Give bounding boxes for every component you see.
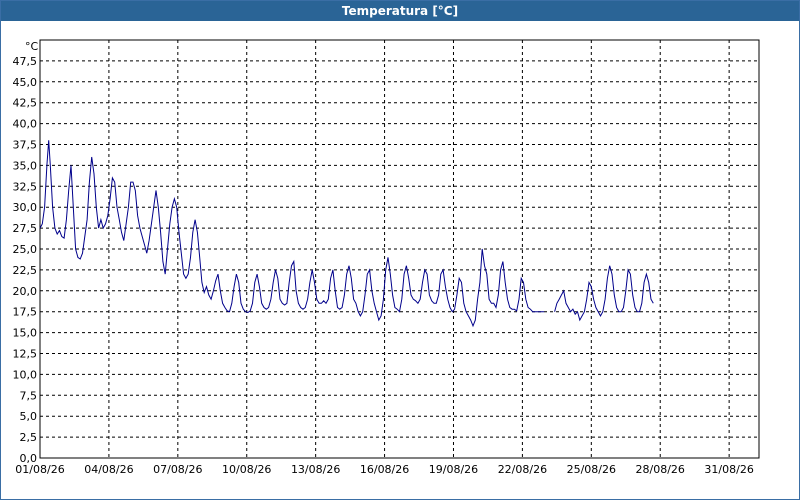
x-tick-label: 10/08/26: [222, 463, 271, 476]
y-tick-label: 45,0: [13, 76, 38, 89]
x-tick-label: 25/08/26: [567, 463, 616, 476]
y-tick-label: 47,5: [13, 55, 38, 68]
x-tick-label: 07/08/26: [153, 463, 202, 476]
y-tick-label: 20,0: [13, 285, 38, 298]
x-tick-label: 28/08/26: [636, 463, 685, 476]
x-tick-label: 31/08/26: [704, 463, 753, 476]
y-tick-label: 5,0: [20, 410, 38, 423]
y-tick-label: 30,0: [13, 201, 38, 214]
y-tick-label: 27,5: [13, 222, 38, 235]
x-tick-label: 22/08/26: [498, 463, 547, 476]
y-tick-label: 32,5: [13, 180, 38, 193]
y-tick-label: 17,5: [13, 306, 38, 319]
y-tick-label: 10,0: [13, 368, 38, 381]
x-tick-label: 19/08/26: [429, 463, 478, 476]
y-tick-label: 7,5: [20, 389, 38, 402]
y-tick-label: 15,0: [13, 327, 38, 340]
y-tick-label: 22,5: [13, 264, 38, 277]
y-tick-label: 37,5: [13, 139, 38, 152]
y-tick-label: 2,5: [20, 431, 38, 444]
x-axis-ticks: 01/08/26 04/08/26 07/08/26 10/08/26 13/08/26…: [15, 463, 754, 476]
x-tick-label: 13/08/26: [291, 463, 340, 476]
y-tick-label: 40,0: [13, 118, 38, 131]
y-axis-unit-label: °C: [25, 40, 39, 53]
line-chart: 0,02,55,07,510,012,515,017,520,022,525,0…: [13, 39, 760, 476]
y-tick-label: 12,5: [13, 348, 38, 361]
y-axis-ticks: 0,02,55,07,510,012,515,017,520,022,525,0…: [13, 55, 38, 465]
y-tick-label: 42,5: [13, 97, 38, 110]
x-tick-label: 01/08/26: [15, 463, 64, 476]
y-tick-label: 35,0: [13, 159, 38, 172]
x-tick-label: 04/08/26: [84, 463, 133, 476]
y-tick-label: 25,0: [13, 243, 38, 256]
x-tick-label: 16/08/26: [360, 463, 409, 476]
